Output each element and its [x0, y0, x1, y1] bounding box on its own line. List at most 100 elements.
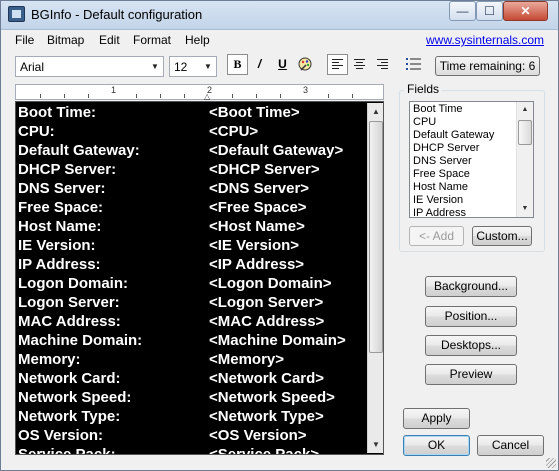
menu-format[interactable]: Format [133, 33, 171, 47]
ruler-tick [136, 94, 137, 98]
field-placeholder: <CPU> [209, 123, 259, 140]
field-label: Logon Domain: [18, 275, 128, 292]
scroll-down-arrow-icon[interactable]: ▼ [368, 436, 384, 453]
field-placeholder: <MAC Address> [209, 313, 325, 330]
field-label: Network Speed: [18, 389, 132, 406]
sysinternals-link[interactable]: www.sysinternals.com [426, 33, 544, 47]
menu-bar: File Bitmap Edit Format Help www.sysinte… [0, 30, 559, 50]
menu-edit[interactable]: Edit [99, 33, 120, 47]
ruler-tick [88, 94, 89, 98]
scroll-up-arrow-icon[interactable]: ▲ [368, 103, 384, 120]
scroll-thumb[interactable] [518, 120, 532, 145]
italic-button[interactable]: / [249, 54, 270, 75]
field-label: IE Version: [18, 237, 96, 254]
field-list-item[interactable]: Boot Time [413, 103, 463, 115]
font-family-select[interactable]: Arial ▼ [15, 56, 164, 77]
position-button[interactable]: Position... [425, 306, 517, 327]
background-button[interactable]: Background... [425, 276, 517, 297]
ok-button[interactable]: OK [403, 435, 470, 456]
field-placeholder: <Network Type> [209, 408, 324, 425]
preview-button[interactable]: Preview [425, 364, 517, 385]
custom-field-button[interactable]: Custom... [472, 226, 532, 246]
field-label: Memory: [18, 351, 81, 368]
info-text-editor[interactable]: Boot Time: <Boot Time> CPU: <CPU> Default Ga… [15, 101, 384, 455]
field-placeholder: <OS Version> [209, 427, 307, 444]
field-list-item[interactable]: CPU [413, 116, 436, 128]
field-label: Machine Domain: [18, 332, 143, 349]
field-list-item[interactable]: IP Address [413, 207, 466, 217]
chevron-down-icon: ▼ [204, 62, 212, 71]
palette-icon [298, 57, 312, 71]
field-placeholder: <DHCP Server> [209, 161, 320, 178]
field-list-item[interactable]: IE Version [413, 194, 463, 206]
field-label: Free Space: [18, 199, 104, 216]
field-label: OS Version: [18, 427, 104, 444]
text-color-button[interactable] [295, 54, 316, 75]
field-placeholder: <Network Speed> [209, 389, 335, 406]
field-placeholder: <Host Name> [209, 218, 305, 235]
ruler-tick [280, 94, 281, 98]
ruler-tick [232, 94, 233, 98]
close-button[interactable]: ✕ [503, 1, 548, 21]
field-label: Network Type: [18, 408, 121, 425]
field-label: DHCP Server: [18, 161, 117, 178]
menu-bitmap[interactable]: Bitmap [47, 33, 84, 47]
field-placeholder: <Memory> [209, 351, 285, 368]
fields-list-scrollbar[interactable]: ▲ ▼ [516, 102, 533, 217]
field-placeholder: <Logon Domain> [209, 275, 332, 292]
field-placeholder: <Network Card> [209, 370, 325, 387]
field-label: Host Name: [18, 218, 102, 235]
field-placeholder: <Machine Domain> [209, 332, 346, 349]
bold-button[interactable]: B [227, 54, 248, 75]
field-placeholder: <Boot Time> [209, 104, 300, 121]
menu-help[interactable]: Help [185, 33, 210, 47]
editor-vertical-scrollbar[interactable]: ▲ ▼ [367, 103, 383, 453]
align-right-icon [377, 59, 388, 71]
field-label: DNS Server: [18, 180, 106, 197]
field-list-item[interactable]: Host Name [413, 181, 468, 193]
field-placeholder: <IE Version> [209, 237, 300, 254]
tab-stop-marker[interactable]: △ [204, 92, 210, 101]
desktops-button[interactable]: Desktops... [425, 335, 517, 356]
field-label: CPU: [18, 123, 55, 140]
bullet-list-button[interactable] [403, 54, 424, 75]
field-placeholder: <DNS Server> [209, 180, 310, 197]
fields-list[interactable]: ▲ ▼ Boot Time CPU Default Gateway DHCP Serv… [409, 101, 534, 218]
fields-group-title: Fields [404, 82, 443, 96]
ruler-number: 1 [111, 85, 117, 95]
ruler-number: 3 [303, 85, 309, 95]
scroll-up-arrow-icon[interactable]: ▲ [517, 102, 533, 118]
align-center-icon [354, 59, 365, 71]
cancel-button[interactable]: Cancel [477, 435, 544, 456]
font-size-select[interactable]: 12 ▼ [169, 56, 217, 77]
menu-file[interactable]: File [15, 33, 34, 47]
ruler-tick [352, 94, 353, 98]
scroll-down-arrow-icon[interactable]: ▼ [517, 201, 533, 217]
scroll-thumb[interactable] [369, 121, 383, 353]
field-list-item[interactable]: DNS Server [413, 155, 472, 167]
bullet-list-icon [406, 58, 421, 70]
ruler[interactable]: 1 2 3 △ [15, 84, 384, 101]
align-left-button[interactable] [327, 54, 348, 75]
ruler-tick [160, 94, 161, 98]
apply-button[interactable]: Apply [403, 408, 470, 429]
underline-button[interactable]: U [272, 54, 293, 75]
field-placeholder: <Service Pack> [209, 446, 320, 455]
field-placeholder: <Free Space> [209, 199, 307, 216]
format-toolbar: Arial ▼ 12 ▼ B / U Time remaining: 6 [0, 50, 559, 84]
add-field-button[interactable]: <- Add [409, 226, 464, 246]
minimize-button[interactable]: — [449, 1, 476, 21]
title-bar: BGInfo - Default configuration — ☐ ✕ [0, 0, 559, 30]
chevron-down-icon: ▼ [151, 62, 159, 71]
field-list-item[interactable]: Default Gateway [413, 129, 494, 141]
field-list-item[interactable]: DHCP Server [413, 142, 479, 154]
time-remaining-button[interactable]: Time remaining: 6 [435, 56, 540, 76]
align-right-button[interactable] [372, 54, 393, 75]
field-label: MAC Address: [18, 313, 121, 330]
font-size-value: 12 [174, 60, 188, 74]
field-list-item[interactable]: Free Space [413, 168, 470, 180]
align-center-button[interactable] [349, 54, 370, 75]
resize-grip-icon[interactable] [546, 458, 556, 468]
maximize-button[interactable]: ☐ [476, 1, 503, 21]
field-label: Service Pack: [18, 446, 116, 455]
